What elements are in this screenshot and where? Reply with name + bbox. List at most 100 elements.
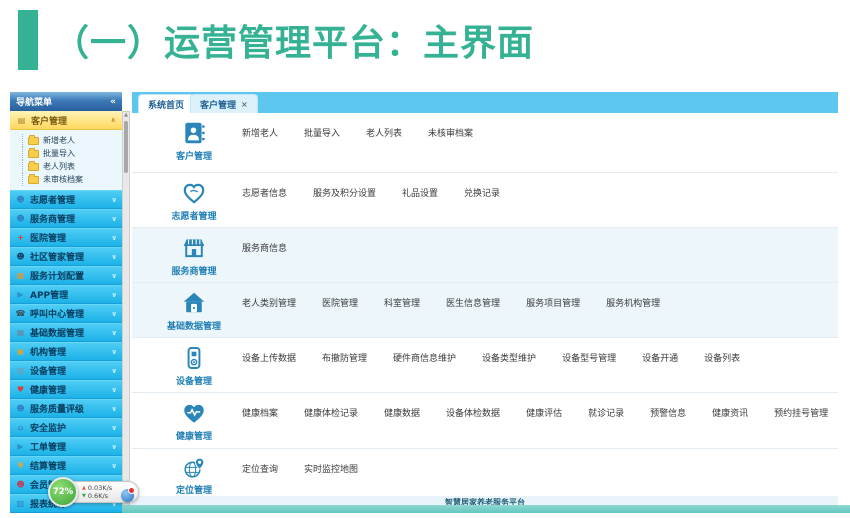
sidebar-item-volunteer-mgmt[interactable]: ☻ 志愿者管理 ∨ [10,190,122,209]
module-link[interactable]: 健康数据 [384,406,420,419]
module-link[interactable]: 设备型号管理 [562,351,616,364]
sidebar-item-call-center-mgmt[interactable]: ☎ 呼叫中心管理 ∨ [10,304,122,323]
module-link[interactable]: 兑换记录 [464,186,500,199]
module-link[interactable]: 科室管理 [384,296,420,309]
module-links: 志愿者信息 服务及积分设置 礼品设置 兑换记录 [242,180,500,227]
module-link[interactable]: 设备体检数据 [446,406,500,419]
chevron-down-icon: ∨ [111,215,117,223]
module-link[interactable]: 医院管理 [322,296,358,309]
module-link[interactable]: 批量导入 [304,126,340,139]
module-link[interactable]: 服务机构管理 [606,296,660,309]
sidebar-item-label: 工单管理 [30,440,66,453]
sidebar: 导航菜单 « ▤ 客户管理 ∧ 新增老人 批量导入 老人列表 未审核档案 [10,92,122,510]
slide-title-block: （一）运营管理平台：主界面 [18,10,534,70]
sidebar-item-hospital-mgmt[interactable]: + 医院管理 ∨ [10,228,122,247]
module-row-basic-data: 基础数据管理 老人类别管理 医院管理 科室管理 医生信息管理 服务项目管理 服务… [132,283,838,338]
sidebar-item-label: 设备管理 [30,364,66,377]
sidebar-item-work-order-mgmt[interactable]: ▶ 工单管理 ∨ [10,437,122,456]
module-row-location: 定位管理 定位查询 实时监控地图 [132,449,838,496]
sidebar-item-safety-monitor[interactable]: ⌂ 安全监护 ∨ [10,418,122,437]
title-accent-bar [18,10,38,70]
sidebar-item-label: 服务质量评级 [30,402,84,415]
module-directory: 客户管理 新增老人 批量导入 老人列表 未核审档案 志愿者管理 志愿者信息 服务… [132,113,838,496]
chevron-down-icon: ∨ [111,291,117,299]
module-link[interactable]: 硬件商信息维护 [393,351,456,364]
module-link[interactable]: 定位查询 [242,462,278,475]
tab-system-home[interactable]: 系统首页 [138,94,194,113]
sidebar-item-service-plan-config[interactable]: ▦ 服务计划配置 ∨ [10,266,122,285]
module-name: 服务商管理 [171,264,216,277]
submenu-item-unreviewed-files[interactable]: 未审核档案 [22,173,120,186]
sidebar-item-basic-data-mgmt[interactable]: ▦ 基础数据管理 ∨ [10,323,122,342]
submenu-item-add-elder[interactable]: 新增老人 [22,134,120,147]
module-row-volunteer: 志愿者管理 志愿者信息 服务及积分设置 礼品设置 兑换记录 [132,173,838,228]
sidebar-item-community-steward-mgmt[interactable]: ☻ 社区管家管理 ∨ [10,247,122,266]
module-link[interactable]: 预约挂号管理 [774,406,828,419]
module-link[interactable]: 志愿者信息 [242,186,287,199]
tab-label: 系统首页 [148,98,184,111]
sidebar-item-label: 基础数据管理 [30,326,84,339]
module-link[interactable]: 设备开通 [642,351,678,364]
sidebar-item-settlement-mgmt[interactable]: ¥ 结算管理 ∨ [10,456,122,475]
device-icon: ▥ [15,366,26,375]
module-link[interactable]: 健康档案 [242,406,278,419]
module-link[interactable]: 预警信息 [650,406,686,419]
scroll-up-arrow-icon[interactable]: ▲ [123,112,129,119]
memory-percent-value: 72% [53,487,73,497]
module-link[interactable]: 就诊记录 [588,406,624,419]
sidebar-item-customer-mgmt[interactable]: ▤ 客户管理 ∧ [10,111,122,130]
module-name: 设备管理 [176,374,212,387]
submenu-item-batch-import[interactable]: 批量导入 [22,147,120,160]
module-link[interactable]: 礼品设置 [402,186,438,199]
chevron-down-icon: ∨ [111,234,117,242]
sidebar-scrollbar[interactable]: ▲ [122,111,130,510]
chevron-down-icon: ∨ [111,310,117,318]
scrollbar-thumb[interactable] [124,121,128,173]
module-link[interactable]: 服务及积分设置 [313,186,376,199]
upload-speed-value: 0.03K/s [88,484,112,492]
module-link[interactable]: 健康体检记录 [304,406,358,419]
submenu-item-elder-list[interactable]: 老人列表 [22,160,120,173]
module-link[interactable]: 实时监控地图 [304,462,358,475]
module-link[interactable]: 健康评估 [526,406,562,419]
module-link[interactable]: 未核审档案 [428,126,473,139]
module-badge: 健康管理 [146,400,242,448]
sidebar-item-app-mgmt[interactable]: ▶ APP管理 ∨ [10,285,122,304]
heart-pulse-icon [181,400,207,426]
app-icon: ▶ [15,290,26,299]
module-row-health: 健康管理 健康档案 健康体检记录 健康数据 设备体检数据 健康评估 就诊记录 预… [132,393,838,449]
chevron-down-icon: ∨ [111,253,117,261]
module-link[interactable]: 设备列表 [704,351,740,364]
sidebar-item-service-quality-rating[interactable]: ☻ 服务质量评级 ∨ [10,399,122,418]
module-link[interactable]: 设备上传数据 [242,351,296,364]
module-link[interactable]: 老人列表 [366,126,402,139]
sidebar-item-label: 客户管理 [31,114,67,127]
close-icon[interactable]: × [241,100,248,109]
module-link[interactable]: 健康资讯 [712,406,748,419]
module-links: 服务商信息 [242,235,287,282]
module-link[interactable]: 布撤防管理 [322,351,367,364]
module-link[interactable]: 医生信息管理 [446,296,500,309]
module-link[interactable]: 服务商信息 [242,241,287,254]
module-link[interactable]: 设备类型维护 [482,351,536,364]
module-links: 健康档案 健康体检记录 健康数据 设备体检数据 健康评估 就诊记录 预警信息 健… [242,400,828,448]
memory-percent-ball[interactable]: 72% [48,477,78,507]
tab-customer-mgmt[interactable]: 客户管理 × [190,94,258,113]
download-arrow-icon: ▼ [82,492,86,500]
report-stats-icon: ▥ [15,499,26,508]
sidebar-item-health-mgmt[interactable]: ♥ 健康管理 ∨ [10,380,122,399]
collapse-icon[interactable]: « [110,97,116,107]
sidebar-item-list: ☻ 志愿者管理 ∨ ☻ 服务商管理 ∨ + 医院管理 ∨ ☻ 社区管家管理 ∨ … [10,190,122,513]
module-link[interactable]: 新增老人 [242,126,278,139]
sidebar-item-org-mgmt[interactable]: ▣ 机构管理 ∨ [10,342,122,361]
organization-icon: ▣ [15,347,26,356]
sidebar-item-provider-mgmt[interactable]: ☻ 服务商管理 ∨ [10,209,122,228]
heart-outline-icon [181,180,207,206]
module-link[interactable]: 服务项目管理 [526,296,580,309]
sidebar-item-label: 志愿者管理 [30,193,75,206]
module-row-device: 设备管理 设备上传数据 布撤防管理 硬件商信息维护 设备类型维护 设备型号管理 … [132,338,838,393]
module-link[interactable]: 老人类别管理 [242,296,296,309]
page-title: （一）运营管理平台：主界面 [53,14,534,66]
sidebar-item-device-mgmt[interactable]: ▥ 设备管理 ∨ [10,361,122,380]
assistant-ball-icon[interactable] [121,489,134,502]
